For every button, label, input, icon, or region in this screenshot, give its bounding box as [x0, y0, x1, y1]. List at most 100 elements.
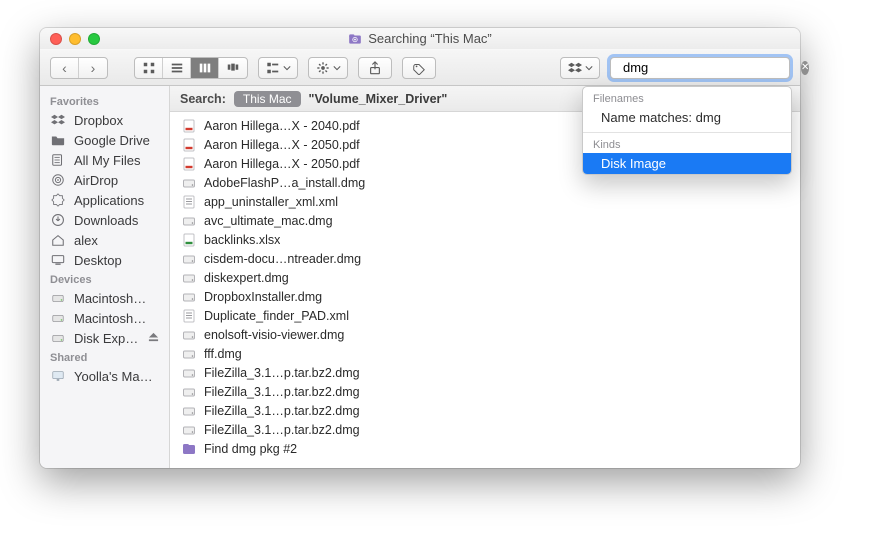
- file-row[interactable]: fff.dmg: [170, 344, 800, 363]
- sidebar-item-label: alex: [74, 233, 98, 248]
- toolbar: ‹ ›: [40, 50, 800, 86]
- tags-button[interactable]: [402, 57, 436, 79]
- share-button[interactable]: [358, 57, 392, 79]
- file-name: Aaron Hillega…X - 2040.pdf: [204, 119, 360, 133]
- sidebar-item-label: Google Drive: [74, 133, 150, 148]
- file-row[interactable]: backlinks.xlsx: [170, 230, 800, 249]
- suggestion-name-matches[interactable]: Name matches: dmg: [583, 107, 791, 128]
- file-name: avc_ultimate_mac.dmg: [204, 214, 333, 228]
- file-name: backlinks.xlsx: [204, 233, 280, 247]
- dmg-file-icon: [182, 404, 196, 418]
- sidebar-item-label: Macintosh…: [74, 291, 146, 306]
- file-name: cisdem-docu…ntreader.dmg: [204, 252, 361, 266]
- dropbox-menu-button[interactable]: [560, 57, 600, 79]
- dmg-file-icon: [182, 385, 196, 399]
- forward-button[interactable]: ›: [79, 58, 107, 78]
- sidebar-item-airdrop[interactable]: AirDrop: [40, 170, 169, 190]
- sidebar-item-label: AirDrop: [74, 173, 118, 188]
- arrange-menu-button[interactable]: [258, 57, 298, 79]
- file-row[interactable]: avc_ultimate_mac.dmg: [170, 211, 800, 230]
- sidebar: FavoritesDropboxGoogle DriveAll My Files…: [40, 86, 170, 468]
- view-list-button[interactable]: [163, 58, 191, 78]
- sidebar-item-downloads[interactable]: Downloads: [40, 210, 169, 230]
- close-window-button[interactable]: [50, 33, 62, 45]
- pdf-file-icon: [182, 157, 196, 171]
- smart-folder-icon: [348, 32, 362, 46]
- scope-label: Search:: [180, 92, 226, 106]
- sidebar-item-dropbox[interactable]: Dropbox: [40, 110, 169, 130]
- home-icon: [50, 232, 66, 248]
- hdd-icon: [50, 310, 66, 326]
- chevron-down-icon: [283, 61, 291, 75]
- view-columns-button[interactable]: [191, 58, 219, 78]
- window-title: Searching “This Mac”: [348, 31, 492, 46]
- sidebar-item-label: Downloads: [74, 213, 138, 228]
- file-row[interactable]: cisdem-docu…ntreader.dmg: [170, 249, 800, 268]
- action-menu-button[interactable]: [308, 57, 348, 79]
- sidebar-item-disk-exp-[interactable]: Disk Exp…: [40, 328, 169, 348]
- sidebar-item-yoolla-s-ma-[interactable]: Yoolla's Ma…: [40, 366, 169, 386]
- file-row[interactable]: AdobeFlashP…a_install.dmg: [170, 173, 800, 192]
- display-icon: [50, 368, 66, 384]
- sidebar-section-devices: Devices: [40, 270, 169, 288]
- file-name: Aaron Hillega…X - 2050.pdf: [204, 138, 360, 152]
- pdf-file-icon: [182, 119, 196, 133]
- sidebar-item-macintosh-[interactable]: Macintosh…: [40, 308, 169, 328]
- file-name: diskexpert.dmg: [204, 271, 289, 285]
- sidebar-item-macintosh-[interactable]: Macintosh…: [40, 288, 169, 308]
- suggestion-kind-disk-image[interactable]: Disk Image: [583, 153, 791, 174]
- sidebar-item-label: Disk Exp…: [74, 331, 138, 346]
- search-field[interactable]: ✕: [610, 57, 790, 79]
- file-row[interactable]: diskexpert.dmg: [170, 268, 800, 287]
- txt-file-icon: [182, 309, 196, 323]
- file-row[interactable]: FileZilla_3.1…p.tar.bz2.dmg: [170, 382, 800, 401]
- file-row[interactable]: enolsoft-visio-viewer.dmg: [170, 325, 800, 344]
- file-row[interactable]: Find dmg pkg #2: [170, 439, 800, 458]
- chevron-down-icon: [585, 61, 593, 75]
- dmg-file-icon: [182, 271, 196, 285]
- file-row[interactable]: FileZilla_3.1…p.tar.bz2.dmg: [170, 420, 800, 439]
- sidebar-item-desktop[interactable]: Desktop: [40, 250, 169, 270]
- dmg-file-icon: [182, 423, 196, 437]
- finder-window: Searching “This Mac” ‹ ›: [40, 28, 800, 468]
- view-icons-button[interactable]: [135, 58, 163, 78]
- file-row[interactable]: app_uninstaller_xml.xml: [170, 192, 800, 211]
- file-name: DropboxInstaller.dmg: [204, 290, 322, 304]
- file-name: FileZilla_3.1…p.tar.bz2.dmg: [204, 423, 360, 437]
- scope-current-folder[interactable]: "Volume_Mixer_Driver": [309, 92, 448, 106]
- coverflow-icon: [226, 61, 240, 75]
- sidebar-item-google-drive[interactable]: Google Drive: [40, 130, 169, 150]
- dmg-file-icon: [182, 252, 196, 266]
- columns-icon: [198, 61, 212, 75]
- file-row[interactable]: FileZilla_3.1…p.tar.bz2.dmg: [170, 401, 800, 420]
- sidebar-item-all-my-files[interactable]: All My Files: [40, 150, 169, 170]
- zoom-window-button[interactable]: [88, 33, 100, 45]
- file-row[interactable]: Duplicate_finder_PAD.xml: [170, 306, 800, 325]
- file-name: Aaron Hillega…X - 2050.pdf: [204, 157, 360, 171]
- file-name: Duplicate_finder_PAD.xml: [204, 309, 349, 323]
- file-row[interactable]: DropboxInstaller.dmg: [170, 287, 800, 306]
- search-input[interactable]: [621, 59, 801, 76]
- txt-file-icon: [182, 195, 196, 209]
- sidebar-item-alex[interactable]: alex: [40, 230, 169, 250]
- window-title-text: Searching “This Mac”: [368, 31, 492, 46]
- file-row[interactable]: FileZilla_3.1…p.tar.bz2.dmg: [170, 363, 800, 382]
- file-name: AdobeFlashP…a_install.dmg: [204, 176, 365, 190]
- downloads-icon: [50, 212, 66, 228]
- pdf-file-icon: [182, 138, 196, 152]
- sidebar-item-applications[interactable]: Applications: [40, 190, 169, 210]
- view-switcher: [134, 57, 248, 79]
- view-gallery-button[interactable]: [219, 58, 247, 78]
- desktop-icon: [50, 252, 66, 268]
- dmg-file-icon: [182, 328, 196, 342]
- dmg-file-icon: [182, 290, 196, 304]
- clear-search-button[interactable]: ✕: [801, 61, 809, 75]
- file-name: enolsoft-visio-viewer.dmg: [204, 328, 344, 342]
- gear-icon: [316, 61, 330, 75]
- minimize-window-button[interactable]: [69, 33, 81, 45]
- scope-this-mac[interactable]: This Mac: [234, 91, 301, 107]
- folder-icon: [50, 132, 66, 148]
- sidebar-item-label: Applications: [74, 193, 144, 208]
- back-button[interactable]: ‹: [51, 58, 79, 78]
- eject-icon[interactable]: [148, 331, 159, 346]
